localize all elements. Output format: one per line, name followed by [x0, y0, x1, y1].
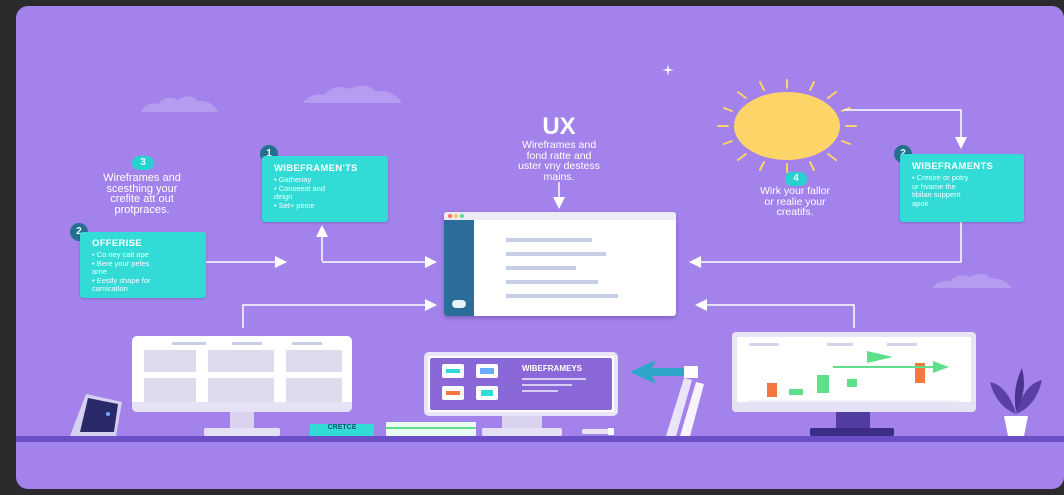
- card-item: • Set+ pince: [274, 200, 315, 210]
- tablet-label: WIBEFRAMEYS: [522, 364, 582, 373]
- monitor-header-line: [292, 342, 322, 345]
- content-line: [506, 266, 576, 270]
- monitor-header-line: [232, 342, 262, 345]
- tablet-monitor: WIBEFRAMEYS: [424, 352, 618, 416]
- grid-tile: [208, 378, 274, 402]
- content-line: [506, 294, 618, 298]
- tablet-app-tile: [442, 364, 464, 378]
- left-note-line: protpraces.: [114, 203, 170, 216]
- book-stripe: [386, 427, 476, 429]
- sun-note-text: Wirk your fallor or realie your creatifs…: [722, 186, 868, 218]
- books-icon: [666, 378, 704, 436]
- grid-tile: [286, 378, 342, 402]
- card-title: WIBEFRAMENTS: [912, 161, 994, 172]
- center-description: Wireframes and fond ratte and uster vny …: [486, 140, 632, 182]
- card-title: WIBEFRAMEN'TS: [274, 163, 358, 174]
- step-badge: 3: [132, 156, 154, 170]
- tile-bar: [446, 369, 460, 373]
- sun-note-line: creatifs.: [776, 206, 814, 218]
- book-cretce: CRETCE: [310, 424, 374, 436]
- book-stack: [386, 422, 476, 436]
- phone-icon: [70, 394, 122, 436]
- tile-bar: [480, 368, 494, 374]
- center-description-line: Wireframes and: [521, 139, 597, 151]
- center-description-line: mains.: [543, 170, 575, 183]
- wireframents-card: WIBEFRAMEN'TS • Gathenay • Conseest and …: [262, 156, 388, 222]
- grid-tile: [286, 350, 342, 372]
- infographic-canvas: UX Wireframes and fond ratte and uster v…: [16, 6, 1064, 489]
- step-badge: 4: [785, 172, 807, 186]
- window-close-dot: [448, 214, 452, 218]
- monitor-bezel: [132, 402, 352, 412]
- tablet-app-tile: [476, 364, 498, 378]
- chart-monitor-bezel: [732, 402, 976, 412]
- card-item: • Bere your peles: [92, 258, 150, 268]
- tablet-screen: WIBEFRAMEYS: [430, 358, 612, 410]
- plant-icon: [990, 368, 1042, 436]
- tablet-app-tile: [442, 386, 464, 400]
- content-line: [506, 252, 606, 256]
- chart-monitor-base: [810, 428, 894, 436]
- tablet-line: [522, 384, 572, 386]
- left-note-text: Wireframes and scesthing your crefite at…: [72, 173, 212, 215]
- chart-monitor: [732, 332, 976, 412]
- window-maximize-dot: [460, 214, 464, 218]
- desk-shelf: [16, 436, 1064, 442]
- tablet-app-tile: [476, 386, 498, 400]
- page-title: UX: [542, 113, 576, 140]
- grid-monitor: [132, 336, 352, 412]
- window-titlebar: [444, 212, 676, 220]
- tablet-line: [522, 390, 558, 392]
- window-minimize-dot: [454, 214, 458, 218]
- tablet-base: [482, 428, 562, 436]
- sidebar-toggle-icon: [452, 300, 466, 308]
- content-line: [506, 280, 598, 284]
- pen-icon: [582, 428, 614, 435]
- content-line: [506, 238, 592, 242]
- tablet-line: [522, 378, 586, 380]
- monitor-base: [204, 428, 280, 436]
- card-item: apoir: [912, 198, 929, 208]
- wireframe-window: [444, 212, 676, 316]
- grid-tile: [208, 350, 274, 372]
- center-description-line: uster vny destess: [518, 160, 600, 172]
- tile-bar: [446, 391, 460, 395]
- book-label: CRETCE: [327, 424, 357, 431]
- left-note-line: crefite att out: [110, 193, 174, 205]
- card-title: OFFERISE: [92, 238, 142, 249]
- grid-tile: [144, 378, 196, 402]
- card-item: camicatlon: [92, 284, 128, 294]
- grid-tile: [144, 350, 196, 372]
- sun-note-line: Wirk your fallor: [759, 185, 830, 197]
- wireframents-right-card: WIBEFRAMENTS • Cresire or potry ur hvame…: [900, 154, 1024, 222]
- mini-chart: [749, 351, 959, 402]
- tile-bar: [481, 390, 493, 396]
- window-sidebar: [444, 220, 474, 316]
- left-note-line: Wireframes and: [103, 172, 181, 184]
- offerise-card: OFFERISE • Co ney cait ape • Bere your p…: [80, 232, 206, 298]
- monitor-header-line: [172, 342, 206, 345]
